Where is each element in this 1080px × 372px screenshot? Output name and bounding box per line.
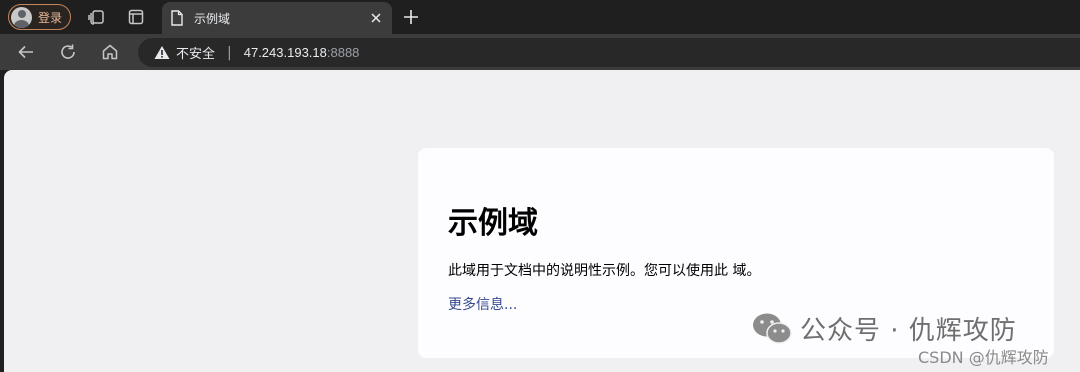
csdn-watermark: CSDN @仇辉攻防 <box>918 348 1049 367</box>
close-icon <box>371 13 381 23</box>
tab-actions-icon <box>128 9 144 25</box>
url-port[interactable]: :8888 <box>327 45 360 60</box>
address-bar[interactable]: 不安全 | 47.243.193.18:8888 <box>138 38 1080 67</box>
home-icon <box>102 44 118 60</box>
profile-button[interactable]: 登录 <box>8 4 71 30</box>
workspaces-icon <box>88 10 104 25</box>
plus-icon <box>404 10 418 24</box>
reload-icon <box>61 44 75 59</box>
tab-active[interactable]: 示例域 <box>162 2 392 34</box>
back-button[interactable] <box>12 38 40 66</box>
profile-label: 登录 <box>38 10 63 25</box>
new-tab-button[interactable] <box>398 4 424 30</box>
page-icon <box>171 10 183 26</box>
toolbar: 不安全 | 47.243.193.18:8888 <box>0 34 1080 70</box>
tab-title: 示例域 <box>194 11 231 26</box>
security-status-label[interactable]: 不安全 <box>176 43 215 62</box>
avatar-icon <box>11 6 32 28</box>
vertical-tabs-button[interactable] <box>123 4 149 30</box>
tab-close-button[interactable] <box>366 8 386 28</box>
back-arrow-icon <box>18 45 33 59</box>
workspaces-button[interactable] <box>83 4 109 30</box>
tab-strip: 登录 示例域 <box>0 0 1080 34</box>
page-description: 此域用于文档中的说明性示例。您可以使用此 域。 <box>448 263 761 279</box>
more-info-link[interactable]: 更多信息... <box>448 294 517 314</box>
warning-icon[interactable] <box>154 45 170 60</box>
wechat-watermark-text: 公众号 · 仇辉攻防 <box>800 316 1017 346</box>
omnibox-divider: | <box>227 44 232 61</box>
wechat-watermark: 公众号 · 仇辉攻防 <box>752 310 1017 347</box>
url-host[interactable]: 47.243.193.18 <box>244 45 327 60</box>
home-button[interactable] <box>96 38 124 66</box>
wechat-icon <box>753 313 792 344</box>
page-title: 示例域 <box>448 206 538 241</box>
reload-button[interactable] <box>54 38 82 66</box>
